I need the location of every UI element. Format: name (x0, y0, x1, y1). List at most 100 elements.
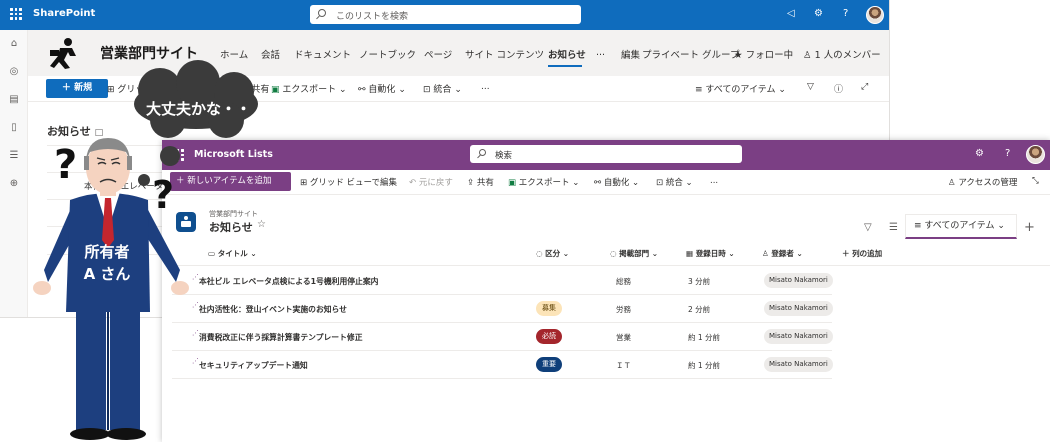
table-row[interactable]: ⋰ 消費税改正に伴う採算計算書テンプレート修正 必読 営業 約 1 分前 Mis… (172, 323, 833, 351)
column-department[interactable]: ◌ 掲載部門 ⌄ (610, 248, 658, 259)
search-box[interactable]: 検索 (470, 145, 742, 163)
nav-more[interactable]: ... (596, 47, 605, 58)
grid-edit-button[interactable]: ⊞ グリッド ビューでの編集 (107, 82, 219, 95)
follow-label: フォロー中 (745, 50, 794, 61)
nav-documents[interactable]: ドキュメント (294, 47, 351, 61)
filter-icon[interactable]: ▽ (807, 82, 814, 92)
cell-created: 3 分前 (688, 277, 711, 286)
export-button[interactable]: ▣ エクスポート ⌄ (271, 82, 347, 95)
cell-author[interactable]: Misato Nakamori (764, 301, 833, 316)
megaphone-icon[interactable]: ◁ (787, 8, 795, 19)
integrate-label: 統合 (665, 178, 683, 188)
grid-edit-label: グリッド ビューで編集 (309, 178, 398, 188)
list-icon[interactable]: ☰ (8, 150, 20, 162)
category-pill: 重要 (536, 357, 562, 372)
owner-badge-line1: 所有者 (84, 243, 130, 261)
cell-author[interactable]: Misato Nakamori (764, 329, 833, 344)
lists-suite-bar: Microsoft Lists 検索 ⚙ ? (162, 140, 1050, 170)
export-button[interactable]: ▣ エクスポート ⌄ (508, 176, 579, 188)
help-icon[interactable]: ? (1005, 148, 1010, 159)
view-selector[interactable]: ≡ すべてのアイテム ⌄ (695, 82, 786, 95)
view-tab-all-items[interactable]: ≡ すべてのアイテム ⌄ (905, 214, 1017, 239)
new-item-mark-icon: ⋰ (192, 329, 199, 337)
cell-department: 営業 (616, 333, 631, 342)
search-box[interactable]: このリストを検索 (310, 5, 581, 24)
table-row[interactable]: ⋰ セキュリティアップデート通知 重要 ＩＴ 約 1 分前 Misato Nak… (172, 351, 833, 379)
app-name[interactable]: Microsoft Lists (194, 149, 273, 160)
automate-label: 自動化 (368, 85, 396, 95)
new-button[interactable]: ＋ 新規 (46, 79, 108, 98)
new-item-button[interactable]: ＋ 新しいアイテムを追加 (170, 172, 291, 191)
avatar[interactable] (866, 6, 884, 24)
view-selector-label: すべてのアイテム (705, 85, 776, 95)
home-icon[interactable]: ⌂ (8, 38, 20, 50)
nav-notebook[interactable]: ノートブック (359, 47, 416, 61)
table-row[interactable]: ⋰ 本社ビル エレベータ点検による1号機利用停止案内 総務 3 分前 Misat… (172, 267, 833, 295)
help-icon[interactable]: ? (843, 8, 848, 19)
filter-icon[interactable]: ▽ (864, 222, 872, 233)
gear-icon[interactable]: ⚙ (975, 148, 984, 159)
column-created[interactable]: ▦ 登録日時 ⌄ (686, 248, 735, 259)
column-category-label: 区分 (545, 249, 561, 258)
text-type-icon: ▭ (208, 249, 216, 258)
undo-button[interactable]: ↶ 元に戻す (409, 176, 453, 188)
column-department-label: 掲載部門 (619, 249, 650, 258)
table-row[interactable]: ⋰ 社内活性化：登山イベント実施のお知らせ 募集 労務 2 分前 Misato … (172, 295, 833, 323)
cell-title[interactable]: 本社ビル エレベータ点検による1号機利用停止案内 (199, 276, 378, 287)
grid-edit-button[interactable]: ⊞ グリッド ビューで編集 (300, 176, 397, 188)
automate-button[interactable]: ⚯ 自動化 ⌄ (594, 176, 639, 188)
add-column-button[interactable]: ＋ 列の追加 (842, 248, 882, 259)
more-button[interactable]: ... (481, 82, 490, 92)
share-button[interactable]: ⇪ 共有 (467, 176, 494, 188)
cell-title[interactable]: セキュリティアップデート通知 (199, 360, 308, 371)
site-name[interactable]: 営業部門サイト (100, 43, 198, 63)
chevron-down-icon: ⌄ (685, 178, 693, 188)
column-header-row: ▭ タイトル ⌄ ◌ 区分 ⌄ ◌ 掲載部門 ⌄ ▦ 登録日時 ⌄ ♙ 登録者 … (172, 242, 1050, 266)
column-author[interactable]: ♙ 登録者 ⌄ (762, 248, 803, 259)
more-button[interactable]: ... (710, 176, 718, 186)
grid-edit-label: グリッド ビューでの編集 (117, 85, 219, 95)
app-name[interactable]: SharePoint (33, 8, 95, 19)
app-launcher-icon[interactable] (10, 8, 22, 20)
globe-icon[interactable]: ◎ (8, 66, 20, 78)
app-launcher-icon[interactable] (172, 149, 184, 161)
file-icon[interactable]: ▯ (8, 122, 20, 134)
cell-author[interactable]: Misato Nakamori (764, 357, 833, 372)
nav-site-contents[interactable]: サイト コンテンツ (465, 47, 544, 61)
share-button[interactable]: ⇪ 共有 (241, 82, 269, 95)
grid-icon: ⊞ (107, 85, 115, 95)
add-icon[interactable]: ⊕ (8, 178, 20, 190)
nav-conversations[interactable]: 会話 (261, 47, 280, 61)
nav-announcements[interactable]: お知らせ (548, 47, 586, 61)
expand-icon[interactable]: ⤢ (861, 82, 868, 92)
column-title[interactable]: ▭ タイトル ⌄ (208, 248, 257, 259)
integrate-button[interactable]: ⊡ 統合 ⌄ (423, 82, 462, 95)
cell-author[interactable]: Misato Nakamori (764, 273, 833, 288)
nav-pages[interactable]: ページ (424, 47, 452, 61)
cell-title[interactable]: 消費税改正に伴う採算計算書テンプレート修正 (199, 332, 363, 343)
avatar[interactable] (1026, 145, 1045, 164)
manage-access-button[interactable]: ♙ アクセスの管理 (948, 176, 1017, 188)
list-item[interactable]: 本社ビル エレベータ (84, 180, 163, 192)
collapse-icon[interactable]: ⤡ (1032, 176, 1039, 186)
add-view-icon[interactable]: + (1024, 220, 1035, 235)
info-icon[interactable]: ⓘ (834, 82, 843, 95)
new-item-mark-icon: ⋰ (192, 273, 199, 281)
site-breadcrumb[interactable]: 営業部門サイト (209, 209, 258, 219)
favorite-star-icon[interactable]: ☆ (257, 219, 266, 230)
column-category[interactable]: ◌ 区分 ⌄ (536, 248, 569, 259)
list-view-icon[interactable]: ☰ (889, 222, 898, 233)
manage-access-label: アクセスの管理 (958, 178, 1018, 188)
cell-title[interactable]: 社内活性化：登山イベント実施のお知らせ (199, 304, 347, 315)
nav-home[interactable]: ホーム (220, 47, 248, 61)
list-item[interactable]: 社内活性化 (84, 208, 127, 220)
members-button[interactable]: ♙ 1 人のメンバー (803, 47, 881, 61)
follow-button[interactable]: ★ フォロー中 (734, 47, 793, 61)
integrate-button[interactable]: ⊡ 統合 ⌄ (656, 176, 693, 188)
view-tab-label: すべてのアイテム (924, 221, 995, 231)
news-icon[interactable]: ▤ (8, 94, 20, 106)
edit-link[interactable]: 編集 (621, 47, 640, 61)
group-type-label: プライベート グループ (642, 50, 740, 61)
automate-button[interactable]: ⚯ 自動化 ⌄ (358, 82, 406, 95)
gear-icon[interactable]: ⚙ (814, 8, 823, 19)
